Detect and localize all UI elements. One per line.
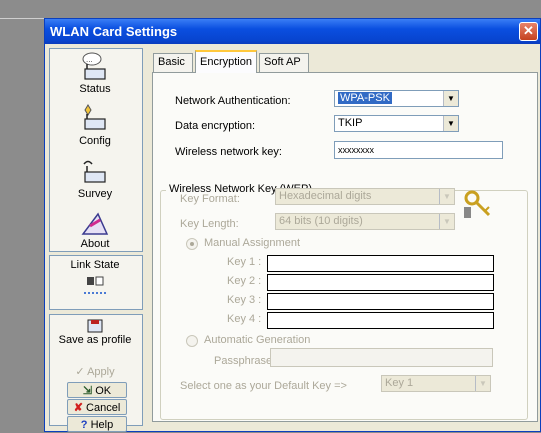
help-label: Help xyxy=(90,419,114,431)
manual-assignment-label: Manual Assignment xyxy=(204,237,300,249)
network-auth-select[interactable]: WPA-PSK ▼ xyxy=(334,90,459,107)
key-1-label: Key 1 : xyxy=(227,256,262,268)
desktop-line xyxy=(0,18,44,19)
link-state-icon xyxy=(84,276,106,294)
key-2-label: Key 2 : xyxy=(227,275,262,287)
status-icon: ... xyxy=(82,52,106,80)
link-state: Link State xyxy=(49,259,141,301)
passphrase-input[interactable] xyxy=(270,348,493,367)
help-icon: ? xyxy=(80,419,88,431)
cancel-icon: ✘ xyxy=(73,402,83,414)
tab-encryption[interactable]: Encryption xyxy=(195,50,257,73)
wlan-settings-window: WLAN Card Settings ✕ ... Status Config S… xyxy=(44,18,541,432)
apply-button[interactable]: ✓ Apply xyxy=(49,364,141,380)
data-encryption-select[interactable]: TKIP ▼ xyxy=(334,115,459,132)
title-bar[interactable]: WLAN Card Settings ✕ xyxy=(45,19,540,44)
sidebar-item-label: Config xyxy=(79,135,111,147)
ok-button[interactable]: ⇲ OK xyxy=(67,382,127,398)
network-key-label: Wireless network key: xyxy=(175,146,282,158)
apply-icon: ✓ xyxy=(75,366,85,378)
sidebar-item-label: Survey xyxy=(77,188,113,200)
default-key-label: Select one as your Default Key => xyxy=(180,380,347,392)
svg-text:...: ... xyxy=(86,55,93,64)
data-encryption-value: TKIP xyxy=(338,117,363,129)
data-encryption-label: Data encryption: xyxy=(175,120,256,132)
cancel-button[interactable]: ✘ Cancel xyxy=(67,399,127,415)
key-1-input[interactable] xyxy=(267,255,494,272)
close-button[interactable]: ✕ xyxy=(519,22,538,41)
sidebar-item-config[interactable]: Config xyxy=(49,103,141,147)
save-as-profile-button[interactable]: Save as profile xyxy=(49,318,141,346)
tab-basic[interactable]: Basic xyxy=(153,53,193,72)
sidebar-item-label: About xyxy=(80,238,110,250)
apply-label: Apply xyxy=(87,366,115,378)
key-3-label: Key 3 : xyxy=(227,294,262,306)
ok-icon: ⇲ xyxy=(82,385,93,397)
key-length-label: Key Length: xyxy=(180,218,239,230)
save-profile-icon xyxy=(87,319,103,333)
key-format-value: Hexadecimal digits xyxy=(279,190,372,202)
key-4-input[interactable] xyxy=(267,312,494,329)
network-key-input[interactable]: xxxxxxxx xyxy=(334,141,503,159)
window-title: WLAN Card Settings xyxy=(50,24,178,39)
default-key-select[interactable]: Key 1 ▼ xyxy=(381,375,491,392)
passphrase-label: Passphrase : xyxy=(214,355,279,367)
key-4-label: Key 4 : xyxy=(227,313,262,325)
sidebar-item-status[interactable]: ... Status xyxy=(49,51,141,95)
sidebar-item-survey[interactable]: Survey xyxy=(49,156,141,200)
sidebar-item-label: Status xyxy=(79,83,111,95)
key-3-input[interactable] xyxy=(267,293,494,310)
key-2-input[interactable] xyxy=(267,274,494,291)
sidebar-item-about[interactable]: About xyxy=(49,208,141,250)
config-icon xyxy=(84,104,106,130)
chevron-down-icon[interactable]: ▼ xyxy=(439,189,454,204)
close-icon: ✕ xyxy=(523,23,534,38)
automatic-generation-label: Automatic Generation xyxy=(204,334,311,346)
automatic-generation-radio[interactable] xyxy=(186,335,198,347)
chevron-down-icon[interactable]: ▼ xyxy=(443,116,458,131)
network-auth-label: Network Authentication: xyxy=(175,95,291,107)
chevron-down-icon[interactable]: ▼ xyxy=(475,376,490,391)
key-format-label: Key Format: xyxy=(180,193,240,205)
save-as-profile-label: Save as profile xyxy=(58,334,132,346)
key-format-select[interactable]: Hexadecimal digits ▼ xyxy=(275,188,455,205)
key-length-select[interactable]: 64 bits (10 digits) ▼ xyxy=(275,213,455,230)
network-auth-value: WPA-PSK xyxy=(338,92,392,104)
default-key-value: Key 1 xyxy=(385,377,414,389)
sidebar: ... Status Config Survey About Link Stat… xyxy=(49,48,143,432)
manual-assignment-radio[interactable] xyxy=(186,238,198,250)
keys-icon xyxy=(464,190,491,218)
help-button[interactable]: ? Help xyxy=(67,416,127,432)
tab-soft-ap[interactable]: Soft AP xyxy=(259,53,309,72)
key-length-value: 64 bits (10 digits) xyxy=(279,215,363,227)
link-state-label: Link State xyxy=(70,259,120,271)
survey-icon xyxy=(83,160,106,183)
cancel-label: Cancel xyxy=(86,402,121,414)
chevron-down-icon[interactable]: ▼ xyxy=(443,91,458,106)
chevron-down-icon[interactable]: ▼ xyxy=(439,214,454,229)
ok-label: OK xyxy=(95,385,112,397)
about-icon xyxy=(81,212,109,235)
